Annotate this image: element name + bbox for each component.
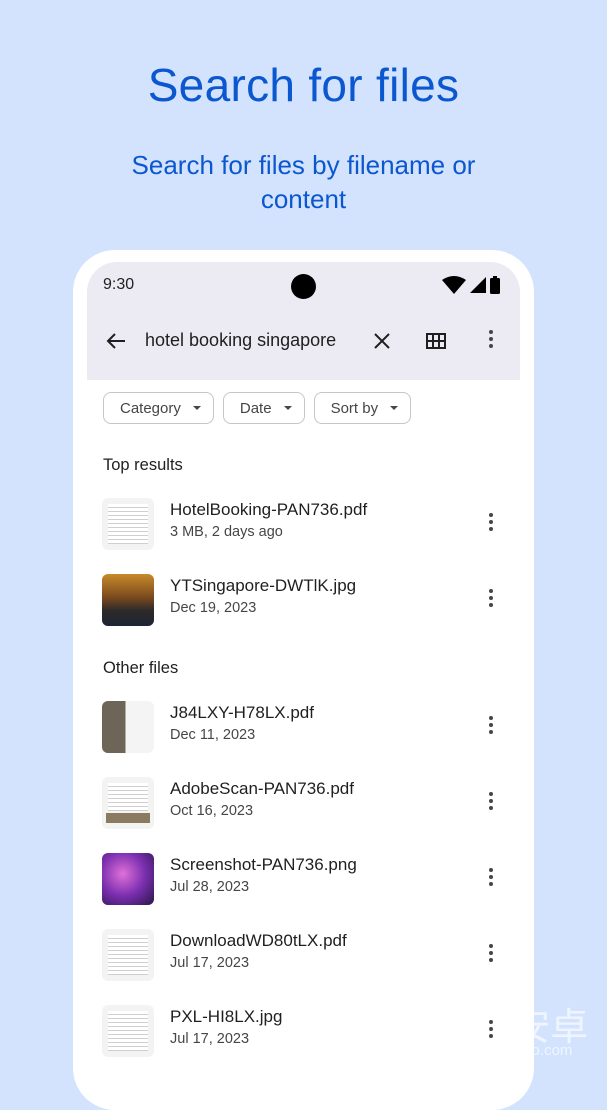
more-vert-icon[interactable] <box>484 792 498 814</box>
file-meta: Jul 17, 2023 <box>170 955 250 971</box>
file-thumbnail <box>102 1005 154 1057</box>
page-subtitle: Search for files by filename or content <box>131 150 476 214</box>
signal-icon <box>470 277 486 293</box>
dropdown-icon <box>192 406 201 410</box>
dropdown-icon <box>283 406 292 410</box>
file-name: J84LXY-H78LX.pdf <box>170 703 314 722</box>
list-item[interactable]: HotelBooking-PAN736.pdf 3 MB, 2 days ago <box>87 493 520 555</box>
more-vert-icon[interactable] <box>484 944 498 966</box>
phone-screen: 9:30 hotel booking singapore Category Da… <box>87 262 520 1092</box>
camera-cutout <box>291 274 316 299</box>
more-vert-icon[interactable] <box>484 513 498 535</box>
dropdown-icon <box>390 406 399 410</box>
status-icons <box>442 276 500 294</box>
file-meta: Jul 17, 2023 <box>170 1031 250 1047</box>
chip-label: Date <box>239 399 272 417</box>
watermark: 99安卓 gganzhuo.com <box>420 996 600 1066</box>
grid-view-icon[interactable] <box>425 330 447 352</box>
file-thumbnail <box>102 777 154 829</box>
more-vert-icon[interactable] <box>484 589 498 611</box>
file-meta: 3 MB, 2 days ago <box>170 524 283 540</box>
file-name: HotelBooking-PAN736.pdf <box>170 500 368 519</box>
file-thumbnail <box>102 498 154 550</box>
page-title: Search for files <box>147 59 460 111</box>
file-meta: Jul 28, 2023 <box>170 879 250 895</box>
list-item[interactable]: DownloadWD80tLX.pdf Jul 17, 2023 <box>87 924 520 986</box>
close-icon[interactable] <box>371 330 393 352</box>
section-top-results: Top results <box>103 456 183 474</box>
more-vert-icon[interactable] <box>484 330 498 352</box>
filter-sort[interactable]: Sort by <box>313 392 412 424</box>
file-name: PXL-HI8LX.jpg <box>170 1007 283 1026</box>
section-other-files: Other files <box>103 659 179 677</box>
arrow-left-icon[interactable] <box>105 330 127 352</box>
status-time: 9:30 <box>103 276 135 293</box>
more-vert-icon[interactable] <box>484 716 498 738</box>
chip-label: Sort by <box>330 399 379 417</box>
search-bar: hotel booking singapore <box>87 322 520 362</box>
list-item[interactable]: YTSingapore-DWTlK.jpg Dec 19, 2023 <box>87 569 520 631</box>
search-input[interactable]: hotel booking singapore <box>145 330 336 351</box>
list-item[interactable]: J84LXY-H78LX.pdf Dec 11, 2023 <box>87 696 520 758</box>
file-name: DownloadWD80tLX.pdf <box>170 931 347 950</box>
chip-label: Category <box>120 399 181 417</box>
battery-icon <box>490 276 500 294</box>
list-item[interactable]: AdobeScan-PAN736.pdf Oct 16, 2023 <box>87 772 520 834</box>
file-thumbnail <box>102 929 154 981</box>
file-name: Screenshot-PAN736.png <box>170 855 357 874</box>
file-meta: Dec 11, 2023 <box>170 727 256 743</box>
file-thumbnail <box>102 701 154 753</box>
file-thumbnail <box>102 574 154 626</box>
file-meta: Oct 16, 2023 <box>170 803 254 819</box>
file-meta: Dec 19, 2023 <box>170 600 257 616</box>
file-name: AdobeScan-PAN736.pdf <box>170 779 354 798</box>
file-name: YTSingapore-DWTlK.jpg <box>170 576 357 595</box>
wifi-icon <box>442 276 466 294</box>
filter-date[interactable]: Date <box>222 392 305 424</box>
watermark-logo-icon <box>420 996 464 1056</box>
filter-chips: Category Date Sort by <box>103 392 412 424</box>
filter-category[interactable]: Category <box>103 392 214 424</box>
file-thumbnail <box>102 853 154 905</box>
list-item[interactable]: Screenshot-PAN736.png Jul 28, 2023 <box>87 848 520 910</box>
more-vert-icon[interactable] <box>484 868 498 890</box>
app-bar: 9:30 hotel booking singapore <box>87 262 520 380</box>
watermark-url: gganzhuo.com <box>474 1042 573 1059</box>
